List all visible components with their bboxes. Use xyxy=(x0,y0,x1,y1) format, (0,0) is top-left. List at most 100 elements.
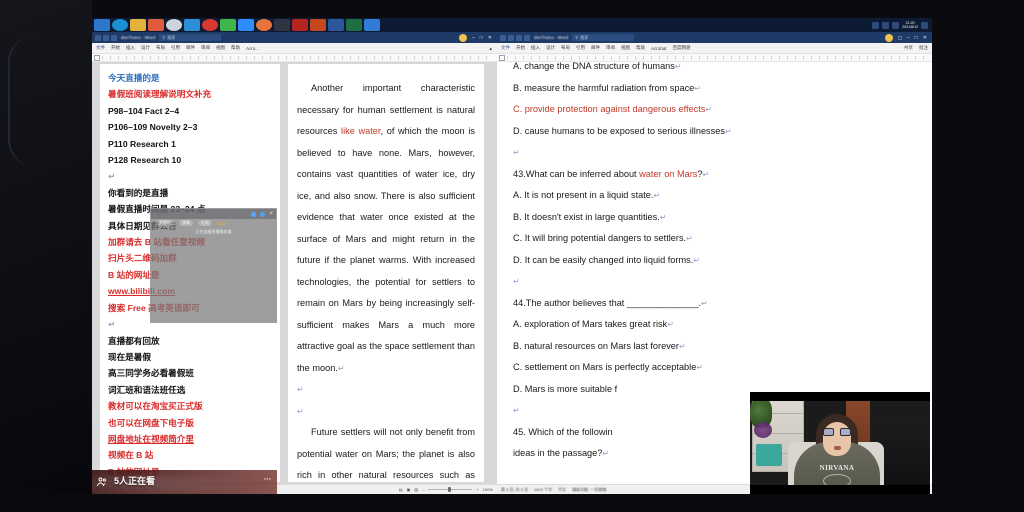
ribbon-display-options-icon[interactable]: ◻ xyxy=(898,35,902,41)
tray-notifications-icon[interactable] xyxy=(921,21,928,29)
minimize-icon[interactable]: – xyxy=(472,35,475,41)
overlay-label-danmaku[interactable]: 弹幕 xyxy=(179,220,193,226)
wechat-icon[interactable] xyxy=(220,19,236,31)
word-right-ribbon-tabs[interactable]: 文件 开始 插入 设计 布局 引用 邮件 审阅 视图 帮助 Acrobat 百度… xyxy=(497,43,932,54)
taskbar-clock[interactable]: 21:20 2021/8/12 xyxy=(902,20,918,30)
powerpoint-icon[interactable] xyxy=(310,19,326,31)
save-icon[interactable] xyxy=(95,34,101,41)
overlay-label-gift[interactable]: 礼物 xyxy=(198,220,212,226)
ribbon-tab-help[interactable]: 帮助 xyxy=(636,45,645,51)
wps-icon[interactable] xyxy=(364,19,380,31)
word-right-ruler[interactable] xyxy=(497,54,932,62)
zoom-slider-handle[interactable] xyxy=(448,487,452,492)
stream-overlay-window[interactable]: × 直播中 弹幕 礼物 1268 正在连接直播服务器 xyxy=(150,208,277,323)
web-layout-icon[interactable]: ▥ xyxy=(414,487,418,492)
share-button[interactable]: 共享 xyxy=(904,45,913,51)
file-explorer-icon[interactable] xyxy=(130,19,146,31)
overlay-twitter-icon[interactable] xyxy=(260,211,266,217)
excel-icon[interactable] xyxy=(346,19,362,31)
ribbon-tab-design[interactable]: 设计 xyxy=(141,45,150,51)
zoom-out-icon[interactable]: – xyxy=(422,487,424,492)
word-right-language[interactable]: 中文 xyxy=(558,487,566,493)
close-icon[interactable]: ✕ xyxy=(488,35,492,41)
tab-stop-selector[interactable] xyxy=(94,55,100,61)
ribbon-tab-references[interactable]: 引用 xyxy=(576,45,585,51)
save-icon[interactable] xyxy=(508,34,514,41)
ribbon-tab-help[interactable]: 帮助 xyxy=(231,45,240,51)
close-icon[interactable]: × xyxy=(269,211,273,217)
quick-access-toolbar-right[interactable] xyxy=(500,34,530,41)
start-icon[interactable] xyxy=(94,19,110,31)
autosave-toggle[interactable] xyxy=(500,34,506,41)
webcam-overlay[interactable]: NIRVANA xyxy=(750,392,930,494)
read-mode-icon[interactable]: ▤ xyxy=(399,487,403,492)
livestream-viewer-bar[interactable]: 5人正在看 ●●● xyxy=(92,470,277,494)
word-right-accessibility-status[interactable]: 辅助功能: 一切就绪 xyxy=(572,487,606,493)
word-right-word-count[interactable]: 3815 个字 xyxy=(534,487,552,493)
camera-icon[interactable] xyxy=(166,19,182,31)
ribbon-tab-layout[interactable]: 布局 xyxy=(156,45,165,51)
ribbon-tab-home[interactable]: 开始 xyxy=(516,45,525,51)
ribbon-tab-baidu-netdisk[interactable]: 百度网盘 xyxy=(673,45,691,51)
tray-volume-icon[interactable] xyxy=(882,21,889,29)
word-left-title-bar[interactable]: docTruico - Word ⚲ 搜索 – □ ✕ xyxy=(92,32,497,43)
ribbon-tab-layout[interactable]: 布局 xyxy=(561,45,570,51)
quick-access-toolbar-left[interactable] xyxy=(95,34,117,41)
zoom-in-icon[interactable]: + xyxy=(476,487,478,492)
overlay-label-live[interactable]: 直播中 xyxy=(156,220,174,226)
tray-battery-icon[interactable] xyxy=(892,21,899,29)
zoom-icon[interactable] xyxy=(238,19,254,31)
chrome-icon[interactable] xyxy=(256,19,272,31)
maximize-icon[interactable]: □ xyxy=(915,35,918,41)
word-icon-taskbar[interactable] xyxy=(328,19,344,31)
ribbon-tab-references[interactable]: 引用 xyxy=(171,45,180,51)
word-right-window-controls[interactable]: ◻ – □ ✕ xyxy=(884,33,929,42)
close-icon[interactable]: ✕ xyxy=(923,35,927,41)
word-right-search-box[interactable]: ⚲ 搜索 xyxy=(572,34,635,41)
avatar[interactable] xyxy=(458,33,467,42)
undo-icon[interactable] xyxy=(516,34,522,41)
tray-network-icon[interactable] xyxy=(872,21,879,29)
word-right-page-indicator[interactable]: 第 6 页, 共 6 页 xyxy=(501,487,528,493)
avatar[interactable] xyxy=(884,33,893,42)
ribbon-tab-view[interactable]: 视图 xyxy=(621,45,630,51)
word-left-zoom-level[interactable]: 100% xyxy=(483,487,493,492)
word-left-window-controls[interactable]: – □ ✕ xyxy=(458,33,494,42)
word-left-search-box[interactable]: ⚲ 搜索 xyxy=(159,34,222,41)
tomato-timer-icon[interactable] xyxy=(202,19,218,31)
print-layout-icon[interactable]: ▣ xyxy=(407,487,411,492)
redo-icon[interactable] xyxy=(524,34,530,41)
zoom-slider[interactable] xyxy=(428,487,473,492)
ribbon-collapse-icon[interactable]: ▲ xyxy=(489,46,493,51)
onedrive-icon[interactable] xyxy=(184,19,200,31)
passage-body[interactable]: Another important characteristic necessa… xyxy=(288,64,484,482)
tab-stop-selector[interactable] xyxy=(499,55,505,61)
ribbon-tab-design[interactable]: 设计 xyxy=(546,45,555,51)
ribbon-tab-file[interactable]: 文件 xyxy=(501,45,510,51)
ribbon-tab-file[interactable]: 文件 xyxy=(96,45,105,51)
ribbon-tab-insert[interactable]: 插入 xyxy=(531,45,540,51)
ribbon-tab-review[interactable]: 审阅 xyxy=(201,45,210,51)
taskbar-pinned-apps[interactable] xyxy=(92,19,380,31)
ribbon-tab-acrobat[interactable]: Acrobat xyxy=(651,46,667,51)
ribbon-tab-review[interactable]: 审阅 xyxy=(606,45,615,51)
maximize-icon[interactable]: □ xyxy=(480,35,483,41)
ribbon-tab-mailings[interactable]: 邮件 xyxy=(591,45,600,51)
word-middle-page[interactable]: Another important characteristic necessa… xyxy=(288,64,484,482)
comments-button[interactable]: 批注 xyxy=(919,45,928,51)
pdf-icon[interactable] xyxy=(292,19,308,31)
word-left-view-controls[interactable]: ▤ ▣ ▥ – + 100% xyxy=(399,487,493,492)
ribbon-tab-insert[interactable]: 插入 xyxy=(126,45,135,51)
redo-icon[interactable] xyxy=(111,34,117,41)
ribbon-tab-mailings[interactable]: 邮件 xyxy=(186,45,195,51)
stream-overlay-row[interactable]: 直播中 弹幕 礼物 1268 xyxy=(151,219,276,227)
windows-taskbar[interactable]: 21:20 2021/8/12 xyxy=(92,18,932,32)
ribbon-tab-home[interactable]: 开始 xyxy=(111,45,120,51)
ribbon-tab-acrobat[interactable]: Acro... xyxy=(246,46,259,51)
edge-icon[interactable] xyxy=(112,19,128,31)
taskbar-system-tray[interactable]: 21:20 2021/8/12 xyxy=(872,20,932,30)
obs-icon[interactable] xyxy=(274,19,290,31)
stream-overlay-title-bar[interactable]: × xyxy=(151,209,276,219)
ribbon-tab-view[interactable]: 视图 xyxy=(216,45,225,51)
media-player-icon[interactable] xyxy=(148,19,164,31)
